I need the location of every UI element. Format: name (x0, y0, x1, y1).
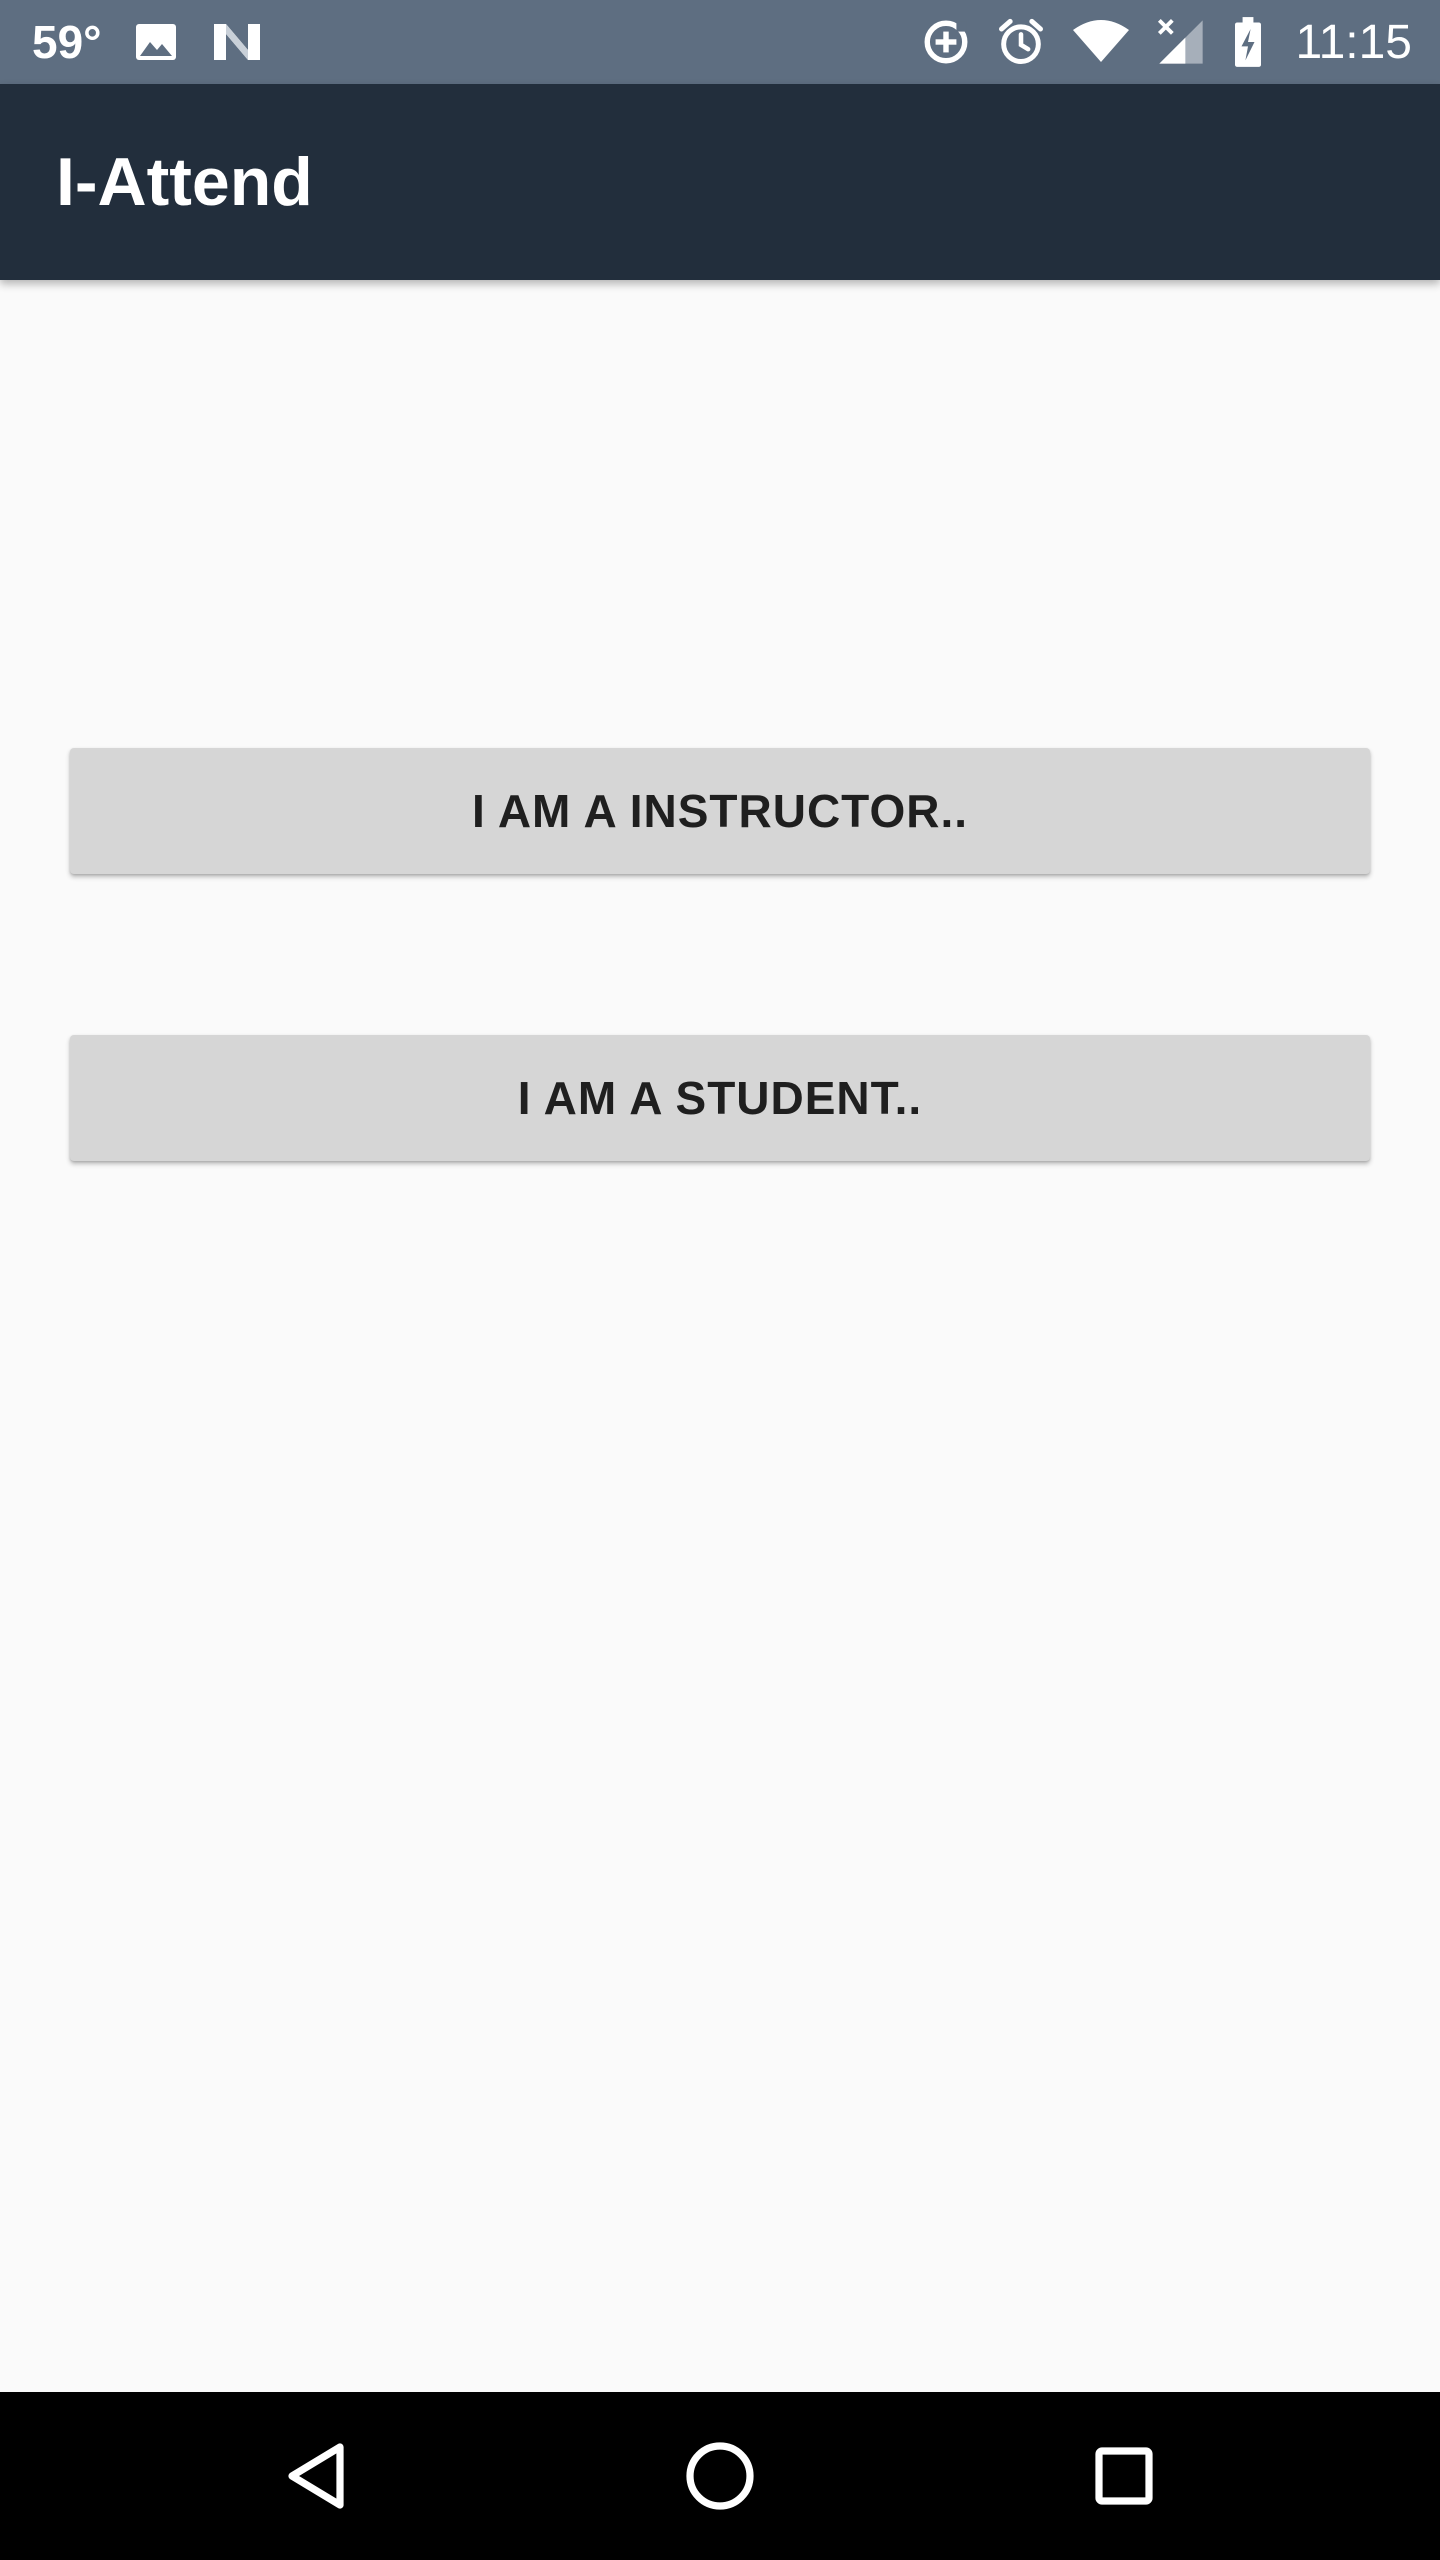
clock-text: 11:15 (1295, 15, 1412, 69)
student-button[interactable]: I AM A STUDENT.. (70, 1035, 1370, 1161)
back-button[interactable] (236, 2392, 396, 2560)
data-saver-icon (921, 17, 971, 67)
wifi-icon (1071, 18, 1131, 66)
alarm-icon (995, 16, 1047, 68)
status-right-group: 11:15 (921, 0, 1412, 84)
n-logo-icon (210, 18, 264, 66)
back-icon (288, 2443, 344, 2509)
temperature-text: 59° (32, 16, 102, 68)
app-bar: I-Attend (0, 84, 1440, 280)
screen: 59° 11:15 I-Attend I AM A INSTRUCTOR.. I… (0, 0, 1440, 2560)
image-icon (132, 18, 180, 66)
home-button[interactable] (640, 2392, 800, 2560)
cellular-no-signal-icon (1155, 16, 1207, 68)
status-bar: 59° 11:15 (0, 0, 1440, 84)
recents-button[interactable] (1044, 2392, 1204, 2560)
status-left-group: 59° (32, 0, 264, 84)
home-icon (686, 2442, 754, 2510)
instructor-button[interactable]: I AM A INSTRUCTOR.. (70, 748, 1370, 874)
navigation-bar (0, 2392, 1440, 2560)
battery-charging-icon (1231, 16, 1265, 68)
recents-icon (1095, 2447, 1153, 2505)
app-title: I-Attend (56, 144, 313, 220)
